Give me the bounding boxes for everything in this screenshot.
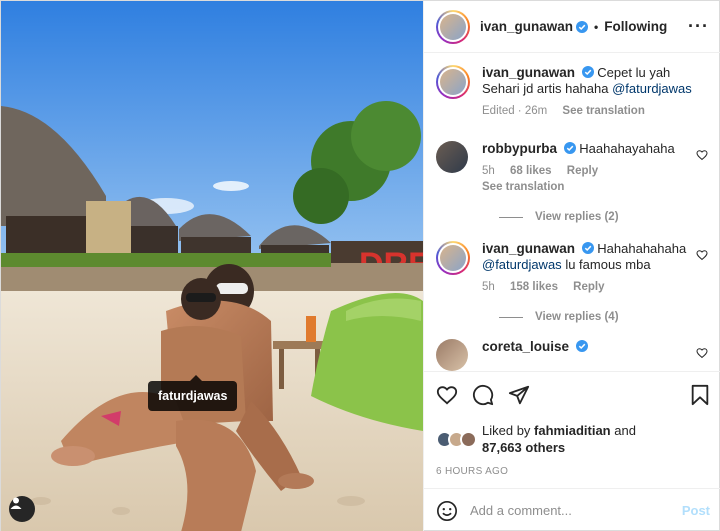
commenter-avatar[interactable] bbox=[436, 141, 468, 173]
comment-see-translation[interactable]: See translation bbox=[482, 179, 695, 195]
caption-see-translation[interactable]: See translation bbox=[562, 105, 644, 117]
view-replies-button[interactable]: View replies (2) bbox=[499, 211, 709, 223]
comment-heart-icon[interactable] bbox=[695, 347, 709, 359]
comment-likes[interactable]: 68 likes bbox=[510, 165, 552, 177]
like-button[interactable] bbox=[436, 384, 458, 406]
comment-text: Haahahayahaha bbox=[579, 141, 675, 156]
heart-icon bbox=[436, 386, 458, 405]
liked-by-others[interactable]: 87,663 others bbox=[482, 440, 565, 455]
comment-item: coreta_louise bbox=[436, 323, 709, 371]
author-username[interactable]: ivan_gunawan bbox=[480, 19, 573, 34]
comment-input[interactable] bbox=[470, 503, 682, 518]
view-replies-label: View replies (4) bbox=[535, 311, 619, 323]
view-replies-label: View replies (2) bbox=[535, 211, 619, 223]
post-side-panel: ivan_gunawan • Following ··· ivan_gunawa… bbox=[423, 1, 720, 531]
commenter-avatar[interactable] bbox=[436, 339, 468, 371]
comment-text: Hahahahahaha bbox=[597, 241, 687, 256]
caption-mention[interactable]: @faturdjawas bbox=[612, 81, 692, 96]
reply-button[interactable]: Reply bbox=[567, 165, 598, 177]
bookmark-icon bbox=[691, 384, 709, 406]
verified-badge-icon bbox=[581, 66, 594, 78]
post-timestamp[interactable]: 6 HOURS AGO bbox=[436, 466, 710, 477]
post-comment-button[interactable]: Post bbox=[682, 503, 710, 518]
post-header: ivan_gunawan • Following ··· bbox=[424, 1, 720, 53]
verified-badge-icon bbox=[581, 242, 594, 254]
commenter-username[interactable]: coreta_louise bbox=[482, 339, 569, 354]
liker-avatar[interactable] bbox=[460, 430, 477, 448]
comment-button[interactable] bbox=[472, 384, 494, 406]
author-avatar[interactable] bbox=[436, 9, 470, 44]
comment-bubble-icon bbox=[472, 384, 494, 406]
comment-heart-icon[interactable] bbox=[695, 249, 709, 261]
caption-avatar[interactable] bbox=[436, 65, 470, 99]
liked-by-and: and bbox=[614, 423, 636, 438]
comment-item: ivan_gunawan Hahahahahaha @faturdjawas l… bbox=[436, 223, 709, 295]
separator-dot: • bbox=[594, 19, 599, 34]
commenter-username[interactable]: robbypurba bbox=[482, 141, 557, 156]
liked-by-user[interactable]: fahmiaditian bbox=[534, 423, 611, 438]
save-button[interactable] bbox=[690, 384, 710, 406]
post-actions: Liked by fahmiaditian and 87,663 others … bbox=[424, 371, 720, 477]
reply-button[interactable]: Reply bbox=[573, 281, 604, 293]
caption: ivan_gunawan Cepet lu yah Sehari jd arti… bbox=[436, 53, 709, 119]
likes-summary: Liked by fahmiaditian and 87,663 others bbox=[436, 422, 710, 456]
tagged-users-button[interactable] bbox=[9, 496, 35, 522]
emoji-icon[interactable] bbox=[436, 500, 458, 522]
user-tag-bubble[interactable]: faturdjawas bbox=[148, 375, 238, 411]
verified-badge-icon bbox=[575, 340, 588, 352]
following-button[interactable]: Following bbox=[604, 19, 667, 34]
comment-mention[interactable]: @faturdjawas bbox=[482, 257, 562, 272]
user-icon bbox=[10, 497, 22, 509]
view-replies-button[interactable]: View replies (4) bbox=[499, 311, 709, 323]
paper-plane-icon bbox=[508, 385, 530, 405]
liked-by-prefix: Liked by bbox=[482, 423, 531, 438]
share-button[interactable] bbox=[508, 384, 530, 406]
comments-list[interactable]: ivan_gunawan Cepet lu yah Sehari jd arti… bbox=[424, 53, 720, 371]
comment-age: 5h bbox=[482, 281, 495, 293]
more-options-icon[interactable]: ··· bbox=[688, 16, 709, 37]
commenter-avatar[interactable] bbox=[436, 241, 470, 275]
comment-age: 5h bbox=[482, 165, 495, 177]
comment-likes[interactable]: 158 likes bbox=[510, 281, 558, 293]
caption-edited: Edited · 26m bbox=[482, 105, 548, 117]
post-modal: DRE bbox=[0, 0, 720, 531]
commenter-username[interactable]: ivan_gunawan bbox=[482, 241, 575, 256]
caption-username[interactable]: ivan_gunawan bbox=[482, 65, 575, 80]
comment-text-end: lu famous mba bbox=[565, 257, 651, 272]
verified-badge-icon bbox=[563, 142, 576, 154]
add-comment-bar: Post bbox=[424, 488, 720, 531]
beach-scene: DRE bbox=[1, 1, 423, 531]
post-photo[interactable]: DRE bbox=[1, 1, 423, 531]
verified-badge-icon bbox=[576, 20, 589, 33]
comment-item: robbypurba Haahahayahaha 5h 68 likes Rep… bbox=[436, 119, 709, 195]
comment-heart-icon[interactable] bbox=[695, 149, 709, 161]
